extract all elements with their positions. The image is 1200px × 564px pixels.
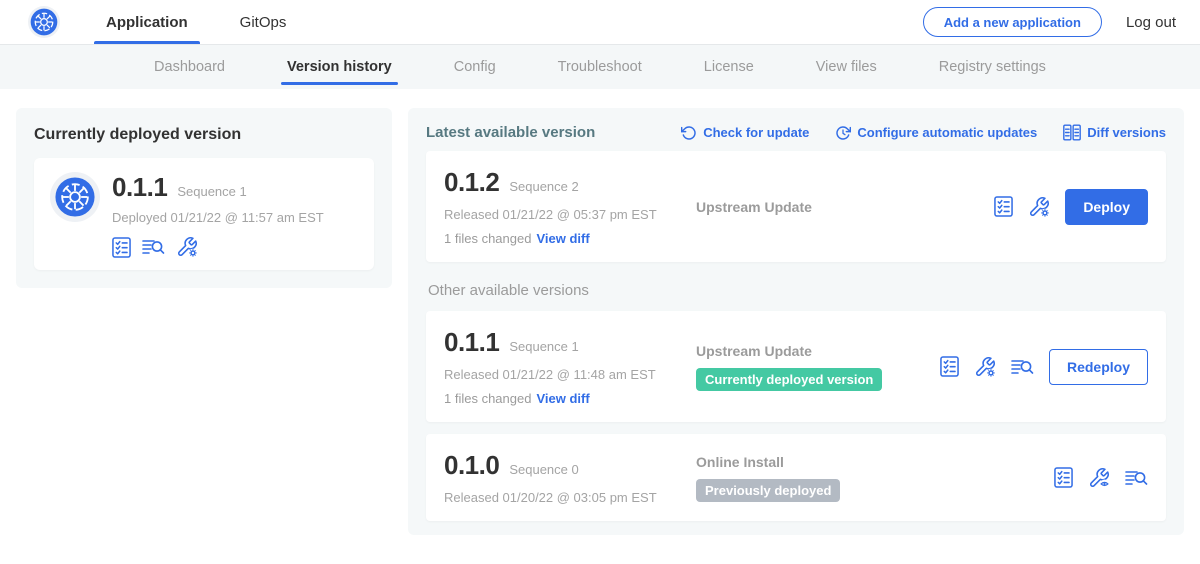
version-row: 0.1.1 Sequence 1 Released 01/21/22 @ 11:… bbox=[426, 311, 1166, 422]
app-tabs: Application GitOps bbox=[94, 0, 298, 44]
version-number: 0.1.0 bbox=[444, 450, 499, 481]
tab-dashboard[interactable]: Dashboard bbox=[152, 45, 227, 89]
version-row: 0.1.0 Sequence 0 Released 01/20/22 @ 03:… bbox=[426, 434, 1166, 521]
version-actions: Check for update Configure automatic upd… bbox=[681, 124, 1166, 141]
main-content: Currently deployed version bbox=[0, 89, 1200, 554]
view-config-icon[interactable] bbox=[1088, 467, 1110, 489]
preflight-results-icon[interactable] bbox=[1011, 357, 1034, 377]
kubernetes-icon bbox=[53, 175, 97, 219]
configure-automatic-updates-label: Configure automatic updates bbox=[857, 125, 1037, 140]
clock-refresh-icon bbox=[835, 125, 851, 141]
kubernetes-icon bbox=[29, 7, 59, 37]
version-number: 0.1.1 bbox=[444, 327, 499, 358]
edit-config-icon[interactable] bbox=[176, 236, 198, 258]
version-sequence: Sequence 0 bbox=[509, 462, 578, 477]
tab-view-files[interactable]: View files bbox=[814, 45, 879, 89]
released-timestamp: Released 01/20/22 @ 03:05 pm EST bbox=[444, 490, 696, 505]
diff-versions-label: Diff versions bbox=[1087, 125, 1166, 140]
deployed-version-number: 0.1.1 bbox=[112, 172, 167, 203]
deployed-version-details: 0.1.1 Sequence 1 Deployed 01/21/22 @ 11:… bbox=[112, 172, 324, 258]
version-source: Online Install bbox=[696, 454, 1054, 470]
release-notes-icon[interactable] bbox=[112, 237, 131, 258]
deployed-version-card: 0.1.1 Sequence 1 Deployed 01/21/22 @ 11:… bbox=[34, 158, 374, 270]
version-source: Upstream Update bbox=[696, 343, 940, 359]
edit-config-icon[interactable] bbox=[1028, 196, 1050, 218]
other-versions-header: Other available versions bbox=[428, 282, 1164, 299]
app-subnav: Dashboard Version history Config Trouble… bbox=[0, 45, 1200, 89]
deployed-sequence: Sequence 1 bbox=[177, 184, 246, 199]
version-source: Upstream Update bbox=[696, 199, 994, 215]
check-for-update-link[interactable]: Check for update bbox=[681, 125, 809, 141]
refresh-icon bbox=[681, 125, 697, 141]
add-application-button[interactable]: Add a new application bbox=[923, 7, 1102, 37]
version-row: 0.1.2 Sequence 2 Released 01/21/22 @ 05:… bbox=[426, 151, 1166, 262]
app-icon bbox=[50, 172, 100, 222]
release-notes-icon[interactable] bbox=[940, 356, 959, 377]
tab-gitops[interactable]: GitOps bbox=[228, 0, 299, 44]
version-number: 0.1.2 bbox=[444, 167, 499, 198]
release-notes-icon[interactable] bbox=[994, 196, 1013, 217]
files-changed-label: 1 files changed bbox=[444, 391, 531, 406]
currently-deployed-badge: Currently deployed version bbox=[696, 368, 882, 391]
view-diff-link[interactable]: View diff bbox=[536, 391, 589, 406]
version-history-panel: Latest available version Check for updat… bbox=[408, 108, 1184, 535]
latest-version-header: Latest available version bbox=[426, 124, 595, 141]
app-logo bbox=[28, 6, 60, 38]
currently-deployed-panel: Currently deployed version bbox=[16, 108, 392, 288]
deploy-button[interactable]: Deploy bbox=[1065, 189, 1148, 225]
preflight-results-icon[interactable] bbox=[1125, 468, 1148, 488]
tab-version-history[interactable]: Version history bbox=[285, 45, 394, 89]
version-sequence: Sequence 2 bbox=[509, 179, 578, 194]
previously-deployed-badge: Previously deployed bbox=[696, 479, 840, 502]
release-notes-icon[interactable] bbox=[1054, 467, 1073, 488]
released-timestamp: Released 01/21/22 @ 11:48 am EST bbox=[444, 367, 696, 382]
deployed-panel-title: Currently deployed version bbox=[34, 126, 374, 144]
tab-registry-settings[interactable]: Registry settings bbox=[937, 45, 1048, 89]
redeploy-button[interactable]: Redeploy bbox=[1049, 349, 1148, 385]
tab-license[interactable]: License bbox=[702, 45, 756, 89]
top-header: Application GitOps Add a new application… bbox=[0, 0, 1200, 45]
logout-button[interactable]: Log out bbox=[1126, 14, 1176, 31]
configure-automatic-updates-link[interactable]: Configure automatic updates bbox=[835, 125, 1037, 141]
tab-troubleshoot[interactable]: Troubleshoot bbox=[556, 45, 644, 89]
released-timestamp: Released 01/21/22 @ 05:37 pm EST bbox=[444, 207, 696, 222]
preflight-results-icon[interactable] bbox=[142, 237, 165, 257]
check-for-update-label: Check for update bbox=[703, 125, 809, 140]
deployed-timestamp: Deployed 01/21/22 @ 11:57 am EST bbox=[112, 210, 324, 225]
files-changed-label: 1 files changed bbox=[444, 231, 531, 246]
header-actions: Add a new application Log out bbox=[923, 0, 1176, 44]
diff-versions-link[interactable]: Diff versions bbox=[1063, 124, 1166, 141]
view-diff-link[interactable]: View diff bbox=[536, 231, 589, 246]
diff-icon bbox=[1063, 124, 1081, 141]
version-sequence: Sequence 1 bbox=[509, 339, 578, 354]
edit-config-icon[interactable] bbox=[974, 356, 996, 378]
tab-config[interactable]: Config bbox=[452, 45, 498, 89]
tab-application[interactable]: Application bbox=[94, 0, 200, 44]
